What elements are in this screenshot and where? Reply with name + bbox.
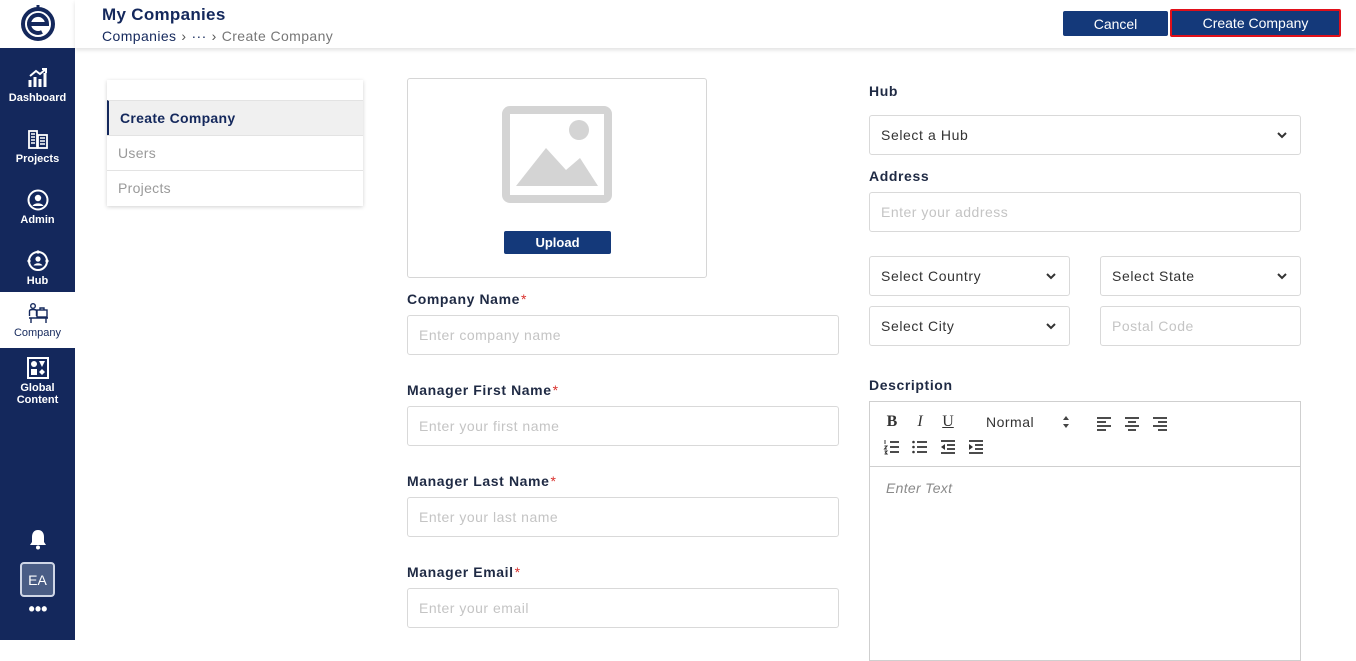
description-label: Description	[869, 377, 953, 393]
editor-text-area[interactable]: Enter Text	[886, 480, 952, 496]
chevron-down-icon	[1277, 132, 1287, 139]
bullet-list-icon[interactable]	[911, 438, 929, 456]
content-grid-icon	[26, 356, 49, 379]
breadcrumb-ellipsis[interactable]: ···	[191, 28, 206, 44]
indent-icon[interactable]	[967, 438, 985, 456]
outdent-icon[interactable]	[939, 438, 957, 456]
manager-last-name-label: Manager Last Name*	[407, 473, 557, 489]
hub-select[interactable]: Select a Hub	[869, 115, 1301, 155]
address-label: Address	[869, 168, 930, 184]
city-select-value: Select City	[881, 318, 955, 334]
state-select-value: Select State	[1112, 268, 1195, 284]
tab-projects[interactable]: Projects	[107, 170, 363, 205]
sidebar-item-hub[interactable]: Hub	[0, 239, 75, 297]
hub-network-icon	[26, 249, 49, 272]
address-input[interactable]	[869, 192, 1301, 232]
upload-button[interactable]: Upload	[504, 231, 611, 254]
sidebar: Dashboard Projects Admin Hub Company Glo…	[0, 0, 75, 640]
sidebar-item-admin[interactable]: Admin	[0, 178, 75, 236]
company-name-label: Company Name*	[407, 291, 528, 307]
description-editor: B I U Normal Enter Text	[869, 401, 1301, 661]
underline-icon[interactable]: U	[939, 413, 957, 431]
sidebar-item-label-line2: Content	[16, 393, 59, 406]
top-header: My Companies Companies › ··· › Create Compan…	[75, 0, 1356, 48]
editor-toolbar: B I U Normal	[870, 402, 1300, 467]
more-icon[interactable]: •••	[26, 600, 50, 618]
tab-users[interactable]: Users	[107, 135, 363, 170]
app-logo[interactable]	[0, 0, 75, 48]
image-placeholder-icon	[502, 106, 612, 203]
align-right-icon[interactable]	[1151, 414, 1169, 432]
sidebar-item-label: Admin	[20, 213, 55, 226]
select-arrows-icon[interactable]	[1061, 414, 1071, 430]
buildings-icon	[27, 128, 49, 150]
chevron-down-icon	[1046, 273, 1056, 280]
section-tabs: Create Company Users Projects	[107, 80, 363, 206]
company-name-input[interactable]	[407, 315, 839, 355]
sidebar-item-company[interactable]: Company	[0, 292, 75, 348]
manager-first-name-input[interactable]	[407, 406, 839, 446]
sidebar-item-label: Global	[20, 381, 55, 394]
manager-last-name-input[interactable]	[407, 497, 839, 537]
sidebar-item-label: Hub	[26, 274, 49, 287]
breadcrumb: Companies › ··· › Create Company	[102, 28, 333, 44]
avatar[interactable]: EA	[20, 562, 55, 597]
align-center-icon[interactable]	[1123, 414, 1141, 432]
company-desk-icon	[27, 302, 49, 324]
create-company-button[interactable]: Create Company	[1170, 9, 1341, 37]
hub-select-value: Select a Hub	[881, 127, 969, 143]
breadcrumb-current: Create Company	[221, 28, 334, 44]
country-select-value: Select Country	[881, 268, 982, 284]
breadcrumb-separator-icon: ›	[211, 28, 217, 44]
breadcrumb-separator-icon: ›	[181, 28, 187, 44]
bold-icon[interactable]: B	[883, 413, 901, 431]
manager-email-label: Manager Email*	[407, 564, 521, 580]
e-logo-icon	[20, 5, 55, 41]
manager-email-input[interactable]	[407, 588, 839, 628]
logo-upload-area: Upload	[407, 78, 707, 278]
chevron-down-icon	[1277, 273, 1287, 280]
city-select[interactable]: Select City	[869, 306, 1070, 346]
cancel-button[interactable]: Cancel	[1063, 11, 1168, 36]
tab-create-company[interactable]: Create Company	[107, 100, 363, 135]
chart-growth-icon	[27, 67, 49, 89]
breadcrumb-companies[interactable]: Companies	[102, 28, 176, 44]
hub-label: Hub	[869, 83, 899, 99]
user-circle-icon	[27, 189, 49, 211]
manager-first-name-label: Manager First Name*	[407, 382, 559, 398]
sidebar-item-label: Company	[13, 326, 62, 339]
ordered-list-icon[interactable]	[883, 438, 901, 456]
page-title: My Companies	[102, 5, 226, 24]
sidebar-item-dashboard[interactable]: Dashboard	[0, 56, 75, 114]
sidebar-item-label: Dashboard	[8, 91, 67, 104]
sidebar-item-label: Projects	[15, 152, 60, 165]
sidebar-item-projects[interactable]: Projects	[0, 117, 75, 175]
align-left-icon[interactable]	[1095, 414, 1113, 432]
chevron-down-icon	[1046, 323, 1056, 330]
format-select[interactable]: Normal	[986, 414, 1034, 430]
sidebar-item-global-content[interactable]: Global Content	[0, 352, 75, 410]
postal-code-input[interactable]	[1100, 306, 1301, 346]
country-select[interactable]: Select Country	[869, 256, 1070, 296]
state-select[interactable]: Select State	[1100, 256, 1301, 296]
bell-icon[interactable]	[27, 528, 49, 550]
italic-icon[interactable]: I	[911, 413, 929, 431]
